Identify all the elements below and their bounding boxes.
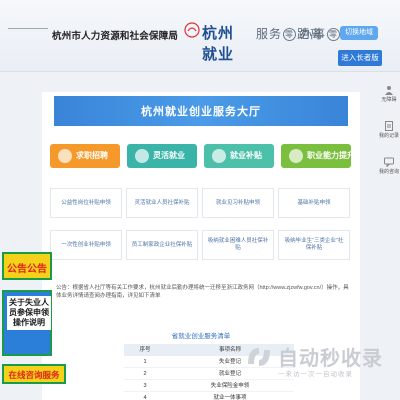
category-label: 职业能力提升 (307, 151, 355, 160)
elder-version-button[interactable]: 进入长者版 (338, 50, 382, 66)
category-label: 就业补贴 (230, 151, 262, 160)
service-item[interactable]: 一次性创业补贴申领 (50, 230, 122, 260)
row-item: 就业一体事项 (213, 395, 247, 400)
brand-logo[interactable]: 杭州就业 (184, 20, 244, 63)
category-skills[interactable]: 职业能力提升 (281, 144, 355, 168)
row-number: 1 (143, 359, 147, 365)
briefcase-icon (58, 149, 72, 163)
watermark-name: 自动秒收录 (278, 348, 383, 370)
book-icon (289, 149, 303, 163)
side-toolbar: 无障碍 我的记录 我的咨询 (378, 72, 400, 182)
column-header: 序号 (139, 347, 151, 353)
ad-text: 关于失业人员参保申领操作说明 (7, 296, 51, 330)
zero-circle-icon: 零 (327, 28, 341, 41)
announcement-ad[interactable]: 公告公告 (2, 252, 52, 280)
unemployment-guide-ad[interactable]: 关于失业人员参保申领操作说明 (2, 290, 52, 356)
tool-label: 我的记录 (378, 133, 399, 139)
row-number: 3 (143, 383, 147, 389)
coin-icon (212, 149, 226, 163)
zero-circle-icon: 零 (283, 28, 297, 41)
switch-region-button[interactable]: 切换地域 (340, 26, 378, 40)
document-icon (385, 121, 393, 131)
notice-text: 公告：根据省人社厅等有关工作要求，杭州就业后勤办理将统一迁移至浙江政务网（htt… (56, 284, 352, 300)
tool-label: 无障碍 (381, 97, 397, 103)
watermark: 自动秒收录 一来访一次一自动收录 (244, 340, 394, 390)
online-consult-ad[interactable]: 在线咨询服务 (2, 364, 66, 384)
brand-name: 杭州就业 (202, 24, 235, 63)
tool-label: 我的咨询 (378, 169, 399, 175)
category-flexible-employment[interactable]: 灵活就业 (127, 144, 197, 168)
category-label: 求职招聘 (76, 151, 108, 160)
hall-title: 杭州就业创业服务大厅 (141, 106, 261, 118)
link-label: 服务 (256, 27, 283, 41)
people-icon (135, 149, 149, 163)
service-item[interactable]: 基础补贴申领 (278, 188, 350, 218)
records-tool[interactable]: 我的记录 (378, 118, 400, 154)
table-row[interactable]: 4 就业一体事项 (124, 392, 294, 400)
category-tabs: 求职招聘 灵活就业 就业补贴 职业能力提升 (50, 144, 355, 168)
bureau-name[interactable]: 杭州市人力资源和社会保障局 (52, 28, 178, 42)
service-item[interactable]: 吸纳毕业生“三类企业”社保补贴 (278, 230, 350, 260)
service-item[interactable]: 公益性岗位补贴申领 (50, 188, 122, 218)
header-divider (8, 28, 48, 29)
brand-mark-icon (184, 22, 200, 38)
hall-banner: 杭州就业创业服务大厅 (54, 96, 348, 126)
ad-text: 公告公告 (7, 264, 47, 275)
watermark-slogan: 一来访一次一自动收录 (278, 371, 353, 378)
message-icon (384, 157, 394, 167)
category-job-search[interactable]: 求职招聘 (50, 144, 120, 168)
zero-trip-link[interactable]: 办事零 (300, 25, 341, 42)
ad-text: 在线咨询服务 (8, 370, 60, 380)
link-label: 办事 (300, 27, 327, 41)
service-list-title[interactable]: 省就业创业服务清单 (42, 330, 360, 340)
row-number: 4 (143, 395, 147, 400)
category-label: 灵活就业 (153, 151, 185, 160)
site-header: 杭州市人力资源和社会保障局 杭州就业 服务零距离 办事零 切换地域 进入长者版 (0, 0, 400, 72)
watermark-logo-icon (248, 348, 270, 366)
consult-tool[interactable]: 我的咨询 (378, 154, 400, 190)
category-subsidy[interactable]: 就业补贴 (204, 144, 274, 168)
service-item[interactable]: 员工制家政企业社保补贴 (126, 230, 198, 260)
row-number: 2 (143, 371, 147, 377)
user-icon (385, 86, 393, 95)
notice-body: 公告：根据省人社厅等有关工作要求，杭州就业后勤办理将统一迁移至浙江政务网（htt… (56, 285, 349, 299)
service-item[interactable]: 灵活就业人员社保补贴 (126, 188, 198, 218)
service-item[interactable]: 吸纳就业困难人员社保补贴 (202, 230, 274, 260)
accessibility-tool[interactable]: 无障碍 (378, 82, 400, 118)
service-item[interactable]: 就业见习补贴申领 (202, 188, 274, 218)
